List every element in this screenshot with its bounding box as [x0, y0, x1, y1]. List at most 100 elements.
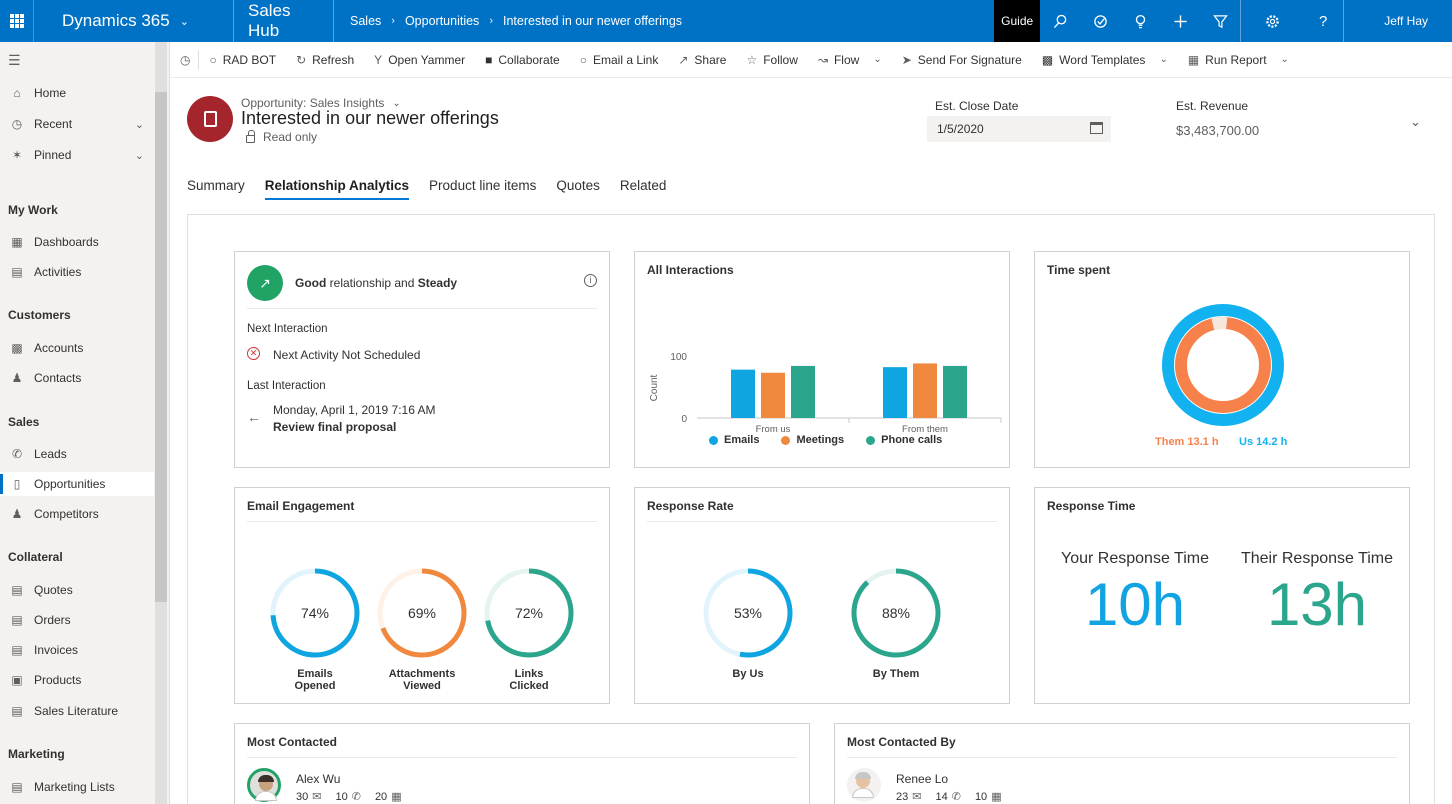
sidebar-item-invoices[interactable]: ▤ Invoices	[0, 638, 154, 662]
last-interaction-subject[interactable]: Review final proposal	[273, 420, 396, 434]
close-date-field[interactable]: 1/5/2020	[927, 116, 1111, 142]
help-icon[interactable]: ?	[1303, 0, 1343, 42]
sidebar-item-activities[interactable]: ▤ Activities	[0, 260, 154, 284]
calendar-icon[interactable]	[1090, 122, 1103, 134]
card-title: Most Contacted By	[847, 735, 956, 749]
links-clicked-caption: Links Clicked	[479, 668, 579, 692]
filter-icon[interactable]	[1200, 0, 1240, 42]
sidebar-item-competitors[interactable]: ♟ Competitors	[0, 502, 154, 526]
close-date-label: Est. Close Date	[935, 99, 1019, 113]
tab-product-line-items[interactable]: Product line items	[429, 178, 536, 199]
sidebar-item-marketing-lists[interactable]: ▤ Marketing Lists	[0, 775, 154, 799]
chevron-down-icon[interactable]: ⌄	[135, 149, 144, 162]
breadcrumb-sales[interactable]: Sales	[350, 14, 381, 28]
sidebar-item-home[interactable]: ⌂ Home	[0, 81, 154, 105]
meeting-count: 10	[974, 790, 988, 803]
chevron-down-icon[interactable]: ⌄	[873, 54, 881, 65]
report-icon: ▦	[1187, 52, 1200, 67]
chevron-down-icon[interactable]: ⌄	[1410, 114, 1421, 130]
sidebar-item-dashboards[interactable]: ▦ Dashboards	[0, 230, 154, 254]
hub-name[interactable]: Sales Hub	[234, 0, 334, 42]
arrow-left-icon: ←	[247, 409, 261, 425]
tab-related[interactable]: Related	[620, 178, 667, 199]
task-flow-icon[interactable]	[1080, 0, 1120, 42]
chevron-down-icon[interactable]: ⌄	[1159, 54, 1167, 65]
legend-item-phone-calls[interactable]: Phone calls	[866, 434, 942, 446]
mail-icon: ✉	[312, 791, 322, 803]
tab-quotes[interactable]: Quotes	[556, 178, 600, 199]
chevron-down-icon[interactable]: ⌄	[1281, 54, 1289, 65]
bot-icon: ○	[209, 52, 217, 67]
legend-swatch	[866, 435, 876, 445]
order-icon: ▤	[11, 613, 23, 627]
collaborate-button[interactable]: ■ Collaborate	[475, 42, 570, 78]
info-icon[interactable]: i	[584, 274, 597, 287]
divider	[847, 757, 1397, 758]
avatar-body	[852, 788, 874, 798]
history-icon[interactable]: ◷	[180, 42, 198, 78]
tab-relationship-analytics[interactable]: Relationship Analytics	[264, 178, 410, 200]
meeting-count: 20	[374, 790, 388, 803]
guide-button[interactable]: Guide	[994, 0, 1041, 42]
legend-item-meetings[interactable]: Meetings	[781, 434, 844, 446]
sidebar-item-opportunities[interactable]: ▯ Opportunities	[0, 472, 154, 496]
email-link-button[interactable]: ○ Email a Link	[570, 42, 669, 78]
box-icon: ▣	[11, 673, 23, 687]
sidebar-item-products[interactable]: ▣ Products	[0, 668, 154, 692]
sidebar-item-quotes[interactable]: ▤ Quotes	[0, 578, 154, 602]
command-label: Send For Signature	[917, 52, 1022, 67]
share-button[interactable]: ↗ Share	[668, 42, 736, 78]
sidebar-item-leads[interactable]: ✆ Leads	[0, 442, 154, 466]
app-name: Dynamics 365	[62, 11, 170, 30]
sidebar-item-label: Recent	[34, 117, 73, 131]
avatar[interactable]	[847, 768, 881, 802]
chevron-down-icon[interactable]: ⌄	[135, 118, 144, 131]
avatar[interactable]	[247, 768, 281, 802]
y-axis-label: Count	[649, 374, 660, 401]
sidebar-group-my-work: My Work	[8, 203, 58, 217]
dashboard-icon: ▦	[11, 235, 23, 249]
time-spent-donut	[1162, 304, 1284, 426]
command-label: Collaborate	[498, 52, 560, 67]
command-label: Run Report	[1205, 52, 1267, 67]
sidebar-item-recent[interactable]: ◷ Recent ⌄	[0, 112, 154, 136]
sidebar-item-orders[interactable]: ▤ Orders	[0, 608, 154, 632]
plus-icon[interactable]	[1160, 0, 1200, 42]
legend-item-emails[interactable]: Emails	[709, 434, 759, 446]
sidebar-item-label: Home	[34, 86, 67, 100]
app-launcher-button[interactable]	[0, 0, 34, 42]
run-report-button[interactable]: ▦ Run Report ⌄	[1178, 42, 1299, 78]
sidebar-scrollbar[interactable]	[155, 92, 167, 602]
relationship-health-summary: Good relationship and Steady	[295, 276, 457, 290]
response-rate-donuts: 53% 88%	[703, 568, 941, 658]
sidebar-item-pinned[interactable]: ✶ Pinned ⌄	[0, 143, 154, 167]
sidebar-item-contacts[interactable]: ♟ Contacts	[0, 366, 154, 390]
chart-legend: Emails Meetings Phone calls	[709, 434, 942, 446]
flow-button[interactable]: ↝ Flow ⌄	[808, 42, 892, 78]
refresh-button[interactable]: ↻ Refresh	[286, 42, 364, 78]
send-for-signature-button[interactable]: ➤ Send For Signature	[892, 42, 1032, 78]
contact-name[interactable]: Alex Wu	[296, 772, 340, 786]
card-title: Response Time	[1047, 499, 1136, 513]
search-icon[interactable]	[1040, 0, 1080, 42]
follow-button[interactable]: ☆ Follow	[736, 42, 807, 78]
breadcrumb-opportunities[interactable]: Opportunities	[405, 14, 479, 28]
legend-swatch	[781, 435, 791, 445]
gear-icon[interactable]	[1241, 0, 1303, 42]
rad-bot-button[interactable]: ○ RAD BOT	[199, 42, 286, 78]
contact-name[interactable]: Renee Lo	[896, 772, 948, 786]
time-spent-card: Time spent Them 13.1 h Us 14.2 h	[1034, 251, 1410, 468]
open-yammer-button[interactable]: Y Open Yammer	[364, 42, 475, 78]
sidebar-item-sales-literature[interactable]: ▤ Sales Literature	[0, 699, 154, 723]
sidebar-group-sales: Sales	[8, 415, 40, 429]
tab-summary[interactable]: Summary	[187, 178, 245, 199]
lightbulb-icon[interactable]	[1120, 0, 1160, 42]
app-switcher[interactable]: Dynamics 365 ⌄	[34, 0, 234, 42]
gauge-value: 74%	[301, 605, 329, 621]
word-templates-button[interactable]: ▩ Word Templates ⌄	[1032, 42, 1178, 78]
command-label: RAD BOT	[222, 52, 277, 67]
hamburger-icon[interactable]: ☰	[8, 52, 21, 69]
breadcrumb-record[interactable]: Interested in our newer offerings	[503, 14, 682, 28]
sidebar-item-accounts[interactable]: ▩ Accounts	[0, 336, 154, 360]
user-name[interactable]: Jeff Hay	[1343, 0, 1452, 42]
